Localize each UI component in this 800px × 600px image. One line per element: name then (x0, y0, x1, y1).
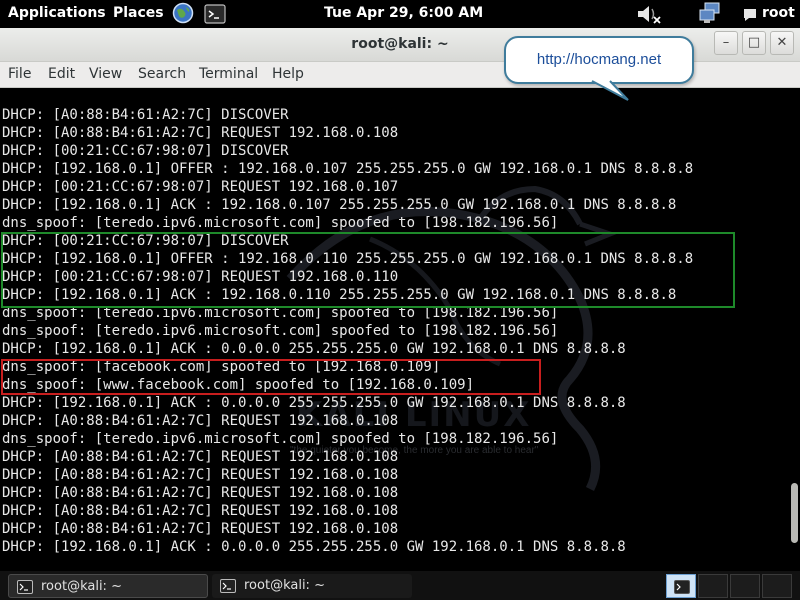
callout-text: http://hocmang.net (536, 51, 662, 68)
terminal-line: DHCP: [A0:88:B4:61:A2:7C] REQUEST 192.16… (2, 413, 399, 429)
user-menu[interactable]: root (762, 5, 795, 21)
terminal-line: DHCP: [A0:88:B4:61:A2:7C] REQUEST 192.16… (2, 503, 399, 519)
terminal-line: dns_spoof: [teredo.ipv6.microsoft.com] s… (2, 431, 559, 447)
terminal-line: DHCP: [A0:88:B4:61:A2:7C] REQUEST 192.16… (2, 125, 399, 141)
terminal-line: DHCP: [00:21:CC:67:98:07] REQUEST 192.16… (2, 179, 399, 195)
terminal-line: DHCP: [A0:88:B4:61:A2:7C] REQUEST 192.16… (2, 449, 399, 465)
terminal-icon (17, 580, 33, 594)
terminal-line: DHCP: [A0:88:B4:61:A2:7C] REQUEST 192.16… (2, 467, 399, 483)
menu-edit[interactable]: Edit (48, 66, 75, 82)
terminal-scrollbar[interactable] (788, 89, 800, 571)
terminal-output[interactable]: KALI LINUX "the quieter you become, the … (0, 89, 788, 571)
menu-terminal[interactable]: Terminal (199, 66, 258, 82)
taskbar-label: root@kali: ~ (41, 579, 122, 594)
chat-icon[interactable] (742, 7, 758, 23)
terminal-line: DHCP: [A0:88:B4:61:A2:7C] DISCOVER (2, 107, 289, 123)
callout-tail (591, 80, 629, 101)
terminal-line: DHCP: [192.168.0.1] ACK : 192.168.0.107 … (2, 197, 677, 213)
terminal-line: dns_spoof: [teredo.ipv6.microsoft.com] s… (2, 323, 559, 339)
terminal-lines: DHCP: [A0:88:B4:61:A2:7C] DISCOVER DHCP:… (2, 106, 693, 556)
terminal-icon[interactable] (204, 4, 226, 24)
maximize-button[interactable]: □ (742, 31, 766, 55)
workspace-4[interactable] (762, 574, 792, 598)
taskbar-window-1[interactable]: root@kali: ~ (8, 574, 208, 598)
url-callout: http://hocmang.net (504, 36, 694, 84)
scrollbar-thumb[interactable] (791, 483, 798, 543)
highlight-box-dns-spoof (1, 359, 541, 395)
terminal-line: DHCP: [A0:88:B4:61:A2:7C] REQUEST 192.16… (2, 485, 399, 501)
network-icon[interactable] (698, 2, 722, 24)
terminal-line: DHCP: [192.168.0.1] ACK : 0.0.0.0 255.25… (2, 395, 626, 411)
terminal-line: DHCP: [192.168.0.1] OFFER : 192.168.0.10… (2, 161, 694, 177)
terminal-line: DHCP: [192.168.0.1] ACK : 0.0.0.0 255.25… (2, 539, 626, 555)
menu-view[interactable]: View (89, 66, 122, 82)
workspace-2[interactable] (698, 574, 728, 598)
terminal-line: DHCP: [00:21:CC:67:98:07] DISCOVER (2, 143, 289, 159)
terminal-icon (220, 579, 236, 593)
menu-search[interactable]: Search (138, 66, 186, 82)
taskbar-label: root@kali: ~ (244, 578, 325, 593)
menu-help[interactable]: Help (272, 66, 304, 82)
taskbar-window-2[interactable]: root@kali: ~ (212, 574, 412, 598)
places-menu[interactable]: Places (113, 5, 164, 21)
terminal-icon (674, 580, 690, 594)
terminal-line: DHCP: [A0:88:B4:61:A2:7C] REQUEST 192.16… (2, 521, 399, 537)
minimize-button[interactable]: – (714, 31, 738, 55)
top-panel: Applications Places Tue Apr 29, 6:00 AM … (0, 0, 800, 28)
highlight-box-dhcp (1, 232, 735, 308)
terminal-line: DHCP: [192.168.0.1] ACK : 0.0.0.0 255.25… (2, 341, 626, 357)
menu-file[interactable]: File (8, 66, 31, 82)
terminal-line: dns_spoof: [teredo.ipv6.microsoft.com] s… (2, 215, 559, 231)
globe-icon[interactable] (172, 2, 194, 24)
applications-menu[interactable]: Applications (8, 5, 106, 21)
volume-muted-icon[interactable] (636, 3, 662, 25)
workspace-1[interactable] (666, 574, 696, 598)
close-button[interactable]: ✕ (770, 31, 794, 55)
bottom-taskbar: root@kali: ~ root@kali: ~ (0, 571, 800, 600)
clock[interactable]: Tue Apr 29, 6:00 AM (324, 5, 483, 21)
workspace-3[interactable] (730, 574, 760, 598)
